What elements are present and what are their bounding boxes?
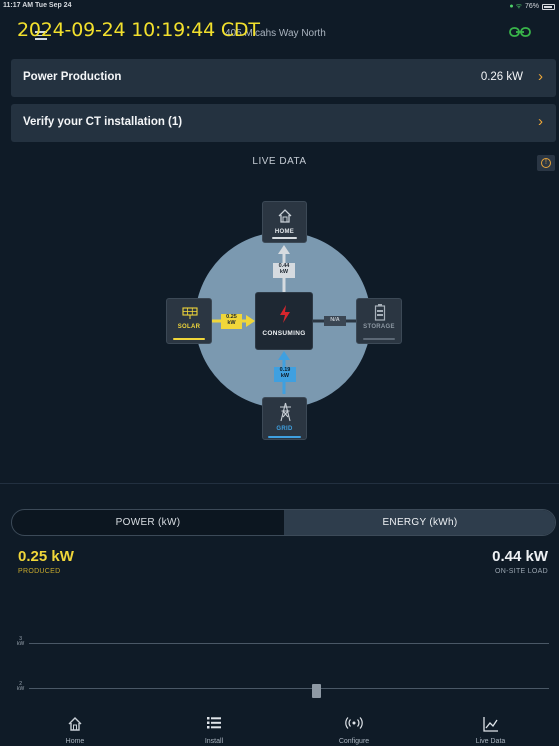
tab-home-label: Home <box>65 738 85 745</box>
grid-underline <box>268 436 301 438</box>
produced-value: 0.25 kW <box>18 548 74 565</box>
tab-live-data[interactable]: Live Data <box>422 706 559 746</box>
chart-gridline <box>29 688 549 689</box>
utility-tower-icon <box>280 402 291 422</box>
power-energy-toggle[interactable]: POWER (kW) ENERGY (kWh) <box>11 509 556 536</box>
line-chart-icon <box>483 717 498 732</box>
broadcast-icon <box>345 717 363 729</box>
battery-storage-icon <box>374 304 386 321</box>
y-tick-label: 2 kW <box>17 682 24 692</box>
tab-live-data-label: Live Data <box>475 738 506 745</box>
section-divider <box>0 483 559 484</box>
tab-configure[interactable]: Configure <box>284 706 424 746</box>
y-tick-unit: kW <box>17 686 25 692</box>
home-node[interactable]: HOME <box>262 201 307 243</box>
home-node-label: HOME <box>274 229 295 235</box>
grid-node-label: GRID <box>276 426 293 432</box>
solar-panel-icon <box>182 307 198 319</box>
tab-install[interactable]: Install <box>144 706 284 746</box>
solar-underline <box>173 338 205 340</box>
home-edge-label: 0.44 kW <box>273 263 295 278</box>
lightning-bolt-icon <box>280 305 290 323</box>
tab-install-label: Install <box>204 738 224 745</box>
home-underline <box>272 237 297 239</box>
grid-edge-unit: kW <box>280 372 290 379</box>
home-icon <box>68 717 82 731</box>
tab-configure-label: Configure <box>338 738 370 745</box>
storage-edge-value: N/A <box>324 316 346 326</box>
onsite-load-value: 0.44 kW <box>492 548 548 565</box>
chart-gridline <box>29 643 549 644</box>
power-toggle-option[interactable]: POWER (kW) <box>12 510 284 535</box>
storage-node[interactable]: STORAGE <box>356 298 402 344</box>
consuming-node[interactable]: CONSUMING <box>255 292 313 350</box>
storage-underline <box>363 338 395 340</box>
home-icon <box>278 209 292 223</box>
solar-edge-unit: kW <box>227 319 236 326</box>
produced-caption: PRODUCED <box>18 568 61 575</box>
home-edge-unit: kW <box>279 268 289 275</box>
tab-home[interactable]: Home <box>5 706 145 746</box>
y-tick-label: 3 kW <box>17 637 24 647</box>
chart-bar[interactable] <box>312 684 321 698</box>
grid-edge-label: 0.19 kW <box>274 367 296 382</box>
solar-node[interactable]: SOLAR <box>166 298 212 344</box>
bottom-tab-bar: Home Install Configure Live Data <box>0 706 559 746</box>
list-icon <box>207 717 221 729</box>
storage-node-label: STORAGE <box>363 324 395 330</box>
consuming-node-label: CONSUMING <box>262 330 306 337</box>
y-tick-unit: kW <box>17 641 25 647</box>
grid-node[interactable]: GRID <box>262 397 307 440</box>
solar-node-label: SOLAR <box>177 324 201 330</box>
energy-toggle-option[interactable]: ENERGY (kWh) <box>284 510 555 535</box>
onsite-load-caption: ON-SITE LOAD <box>495 568 548 575</box>
solar-edge-label: 0.25 kW <box>221 314 242 329</box>
